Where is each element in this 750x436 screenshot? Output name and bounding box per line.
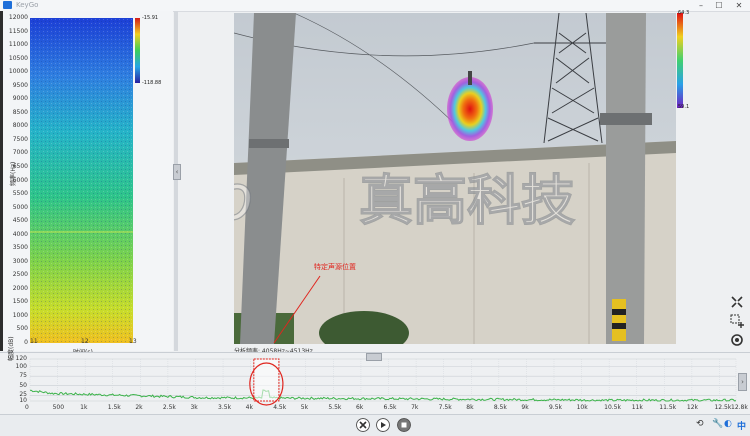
spectrum-x-tick: 3.5k xyxy=(218,404,232,411)
spectrogram-plot xyxy=(30,18,140,343)
spectrum-x-tick: 500 xyxy=(52,404,65,411)
spectrogram-y-tick: 4000 xyxy=(12,230,28,238)
spectrogram-y-tick: 10500 xyxy=(8,54,28,62)
selected-band-rect[interactable] xyxy=(253,358,280,402)
spectrogram-y-tick: 7000 xyxy=(12,149,28,157)
refresh-icon[interactable]: ⟲ xyxy=(696,419,704,429)
watermark-latin: KeyGo xyxy=(234,161,253,234)
spectrum-y-tick: 100 xyxy=(15,362,27,370)
play-icon[interactable] xyxy=(376,418,390,432)
spectrum-x-tick: 12k xyxy=(686,404,698,411)
stop-icon[interactable] xyxy=(397,418,411,432)
spectrogram-y-tick: 11000 xyxy=(8,41,28,49)
right-utility-pole xyxy=(606,13,646,344)
spectrogram-y-tick: 5500 xyxy=(12,190,28,198)
spectrum-x-tick: 12.5k xyxy=(714,404,732,411)
spectrum-x-tick: 10.5k xyxy=(604,404,621,411)
colorbar-min-label: -118.88 xyxy=(142,80,162,86)
spectrogram-y-tick: 0 xyxy=(24,339,28,346)
spectrum-y-tick: 10 xyxy=(19,397,27,404)
spectrogram-x-tick: 13 xyxy=(129,338,137,345)
spectrum-x-tick: 4.5k xyxy=(273,404,287,411)
spectrogram-y-tick: 1000 xyxy=(12,311,28,319)
sound-source-annotation: 特定声源位置 xyxy=(314,263,356,271)
spectrogram-y-tick: 7500 xyxy=(12,135,28,143)
spectrum-x-tick: 2.5k xyxy=(162,404,176,411)
spectrogram-y-tick: 11500 xyxy=(8,27,28,35)
spectrogram-panel: 12000 11500 11000 10500 10000 9500 9000 8500 800… xyxy=(3,11,173,356)
rewind-icon[interactable] xyxy=(356,418,370,432)
spectrogram-y-tick: 500 xyxy=(16,325,28,333)
spectrum-x-tick: 9.5k xyxy=(548,404,563,411)
spectrum-x-tick: 5.5k xyxy=(328,404,342,411)
spectrum-x-tick: 12.8k xyxy=(731,404,748,411)
spectrum-x-tick: 4k xyxy=(245,404,253,411)
close-button[interactable]: ✕ xyxy=(732,0,746,11)
camera-colorbar-min-label: 59.1 xyxy=(678,104,690,110)
spectrum-y-tick: 50 xyxy=(19,381,27,389)
acoustic-camera-view[interactable]: KeyGo 真高科技 特定声源位置 xyxy=(234,13,676,344)
spectrum-x-tick: 5k xyxy=(300,404,309,411)
window-title: KeyGo xyxy=(16,1,39,9)
spectrogram-y-tick: 9000 xyxy=(12,95,28,103)
spectrum-x-tick: 3k xyxy=(190,404,198,411)
spectrum-x-tick: 11.5k xyxy=(659,404,677,411)
expand-spectrum-handle[interactable] xyxy=(366,353,382,361)
app-logo-icon xyxy=(3,1,12,9)
maximize-button[interactable]: ☐ xyxy=(712,0,726,11)
spectrum-x-tick: 0 xyxy=(25,404,29,411)
spectrogram-y-axis-label: 频率(Hz) xyxy=(10,161,17,186)
spectrum-panel: 幅度(dB) 120 100 75 50 25 10 0 500 1k 1.5k 2k 2.5k 3k… xyxy=(0,336,750,415)
colorbar-max-label: -15.91 xyxy=(142,15,159,21)
spectrum-x-tick: 8k xyxy=(466,404,474,411)
camera-colorbar xyxy=(677,13,683,108)
add-marker-icon[interactable] xyxy=(729,313,745,329)
scroll-spectrum-right-button[interactable]: › xyxy=(738,373,747,391)
spectrum-x-tick: 2k xyxy=(135,404,143,411)
spectrum-y-tick: 75 xyxy=(19,372,27,380)
toggle-icon[interactable]: ◐ xyxy=(724,419,732,429)
panel-divider xyxy=(174,11,178,351)
camera-colorbar-max-label: 64.3 xyxy=(678,10,690,16)
spectrum-x-tick: 6.5k xyxy=(383,404,397,411)
camera-scene: KeyGo 真高科技 xyxy=(234,13,676,344)
spectrogram-y-tick: 9500 xyxy=(12,81,28,89)
collapse-left-panel-button[interactable]: ‹ xyxy=(173,164,181,180)
spectrum-x-tick: 11k xyxy=(631,404,643,411)
spectrogram-y-tick: 4500 xyxy=(12,217,28,225)
spectrogram-x-tick: 11 xyxy=(30,338,38,345)
spectrum-x-tick: 7k xyxy=(411,404,419,411)
language-toggle[interactable]: 中 xyxy=(737,419,746,432)
spectrum-x-tick: 7.5k xyxy=(438,404,452,411)
spectrogram-y-tick: 1500 xyxy=(12,298,28,306)
spectrum-x-tick: 1.5k xyxy=(107,404,121,411)
spectrogram-y-tick: 8000 xyxy=(12,122,28,130)
spectrogram-y-tick: 10000 xyxy=(8,68,28,76)
sound-source-heatmap xyxy=(447,77,493,141)
spectrogram-y-tick: 8500 xyxy=(12,108,28,116)
spectrum-x-tick: 6k xyxy=(355,404,364,411)
spectrogram-y-tick: 2500 xyxy=(12,271,28,279)
spectrogram-x-tick: 12 xyxy=(81,338,89,345)
watermark-chinese: 真高科技 xyxy=(359,169,575,232)
wrench-icon[interactable]: 🔧 xyxy=(712,419,723,429)
spectrum-y-tick: 120 xyxy=(15,355,27,362)
minimize-button[interactable]: – xyxy=(694,0,708,11)
spectrum-x-tick: 1k xyxy=(80,404,88,411)
spectrogram-colorbar xyxy=(135,18,140,83)
playback-footer: ⟲ 🔧 ◐ 中 xyxy=(0,414,750,436)
spectrogram-y-tick: 3500 xyxy=(12,244,28,252)
spectrogram-y-tick: 12000 xyxy=(8,14,28,21)
spectrogram-y-tick: 3000 xyxy=(12,257,28,265)
fit-view-icon[interactable] xyxy=(729,294,745,310)
spectrum-y-axis-label: 幅度(dB) xyxy=(8,336,15,361)
spectrogram-y-tick: 5000 xyxy=(12,203,28,211)
spectrum-x-tick: 9k xyxy=(521,404,529,411)
spectrum-x-tick: 10k xyxy=(576,404,588,411)
spectrum-x-tick: 8.5k xyxy=(493,404,507,411)
spectrogram-y-tick: 2000 xyxy=(12,284,28,292)
settings-gear-icon[interactable] xyxy=(729,332,745,348)
